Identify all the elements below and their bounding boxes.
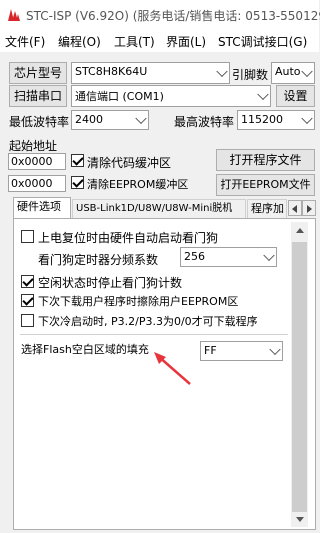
clear-eeprom-label: 清除EEPROM缓冲区 bbox=[87, 178, 189, 191]
arrow-left-icon bbox=[292, 205, 297, 213]
chip-model-select[interactable]: STC8H8K64U bbox=[71, 62, 230, 84]
menu-file[interactable]: 文件(F) bbox=[5, 33, 45, 50]
chevron-down-icon bbox=[301, 65, 313, 78]
max-baud-select[interactable]: 115200 bbox=[237, 110, 315, 130]
watchdog-prescaler-value: 256 bbox=[184, 250, 205, 263]
min-baud-select[interactable]: 2400 bbox=[71, 110, 149, 130]
menu-program[interactable]: 编程(O) bbox=[58, 33, 101, 50]
window-title: STC-ISP (V6.92O) (服务电话/销售电话: 0513-550129… bbox=[26, 9, 320, 23]
chevron-down-icon bbox=[301, 112, 313, 125]
start-address-label: 起始地址 bbox=[9, 139, 58, 153]
tab-hardware-options[interactable]: 硬件选项 bbox=[13, 197, 71, 219]
erase-eeprom-checkbox[interactable] bbox=[21, 294, 34, 307]
chevron-down-icon bbox=[135, 112, 147, 125]
menu-interface[interactable]: 界面(L) bbox=[166, 33, 206, 50]
clear-code-label: 清除代码缓冲区 bbox=[87, 156, 172, 170]
scan-port-button[interactable]: 扫描串口 bbox=[9, 85, 67, 107]
flash-fill-value: FF bbox=[204, 344, 217, 357]
annotation-arrow-icon bbox=[154, 352, 191, 385]
cold-boot-p32-checkbox[interactable] bbox=[21, 314, 34, 327]
divider bbox=[20, 334, 288, 335]
chevron-down-icon bbox=[263, 249, 275, 262]
clear-code-checkbox[interactable] bbox=[71, 154, 84, 167]
menu-stc-debug[interactable]: STC调试接口(G) bbox=[218, 33, 307, 50]
scroll-up-icon[interactable] bbox=[296, 228, 304, 233]
watchdog-prescaler-label: 看门狗定时器分频系数 bbox=[38, 253, 159, 267]
chevron-down-icon bbox=[216, 65, 228, 78]
flash-fill-label: 选择Flash空白区域的填充 bbox=[21, 343, 149, 356]
idle-stop-watchdog-label: 空闲状态时停止看门狗计数 bbox=[38, 276, 183, 290]
tab-program-encrypt[interactable]: 程序加 bbox=[247, 199, 287, 219]
pins-select[interactable]: Auto bbox=[271, 62, 315, 84]
code-address-input[interactable]: 0x0000 bbox=[8, 153, 66, 170]
auto-watchdog-label: 上电复位时由硬件自动启动看门狗 bbox=[38, 231, 219, 245]
watchdog-prescaler-select[interactable]: 256 bbox=[180, 247, 277, 267]
idle-stop-watchdog-checkbox[interactable] bbox=[21, 275, 34, 288]
open-eeprom-button[interactable]: 打开EEPROM文件 bbox=[216, 174, 315, 196]
settings-button[interactable]: 设置 bbox=[276, 85, 315, 107]
scroll-down-icon[interactable] bbox=[296, 517, 304, 522]
app-icon bbox=[8, 9, 20, 21]
tab-scroll-left-button[interactable] bbox=[288, 200, 302, 216]
max-baud-label: 最高波特率 bbox=[174, 115, 235, 129]
min-baud-label: 最低波特率 bbox=[9, 115, 70, 129]
chip-model-value: STC8H8K64U bbox=[75, 65, 148, 78]
auto-watchdog-checkbox[interactable] bbox=[21, 230, 34, 243]
cold-boot-p32-label: 下次冷启动时, P3.2/P3.3为0/0才可下载程序 bbox=[38, 315, 258, 328]
flash-fill-select[interactable]: FF bbox=[200, 341, 283, 361]
open-program-button[interactable]: 打开程序文件 bbox=[216, 149, 315, 171]
eeprom-address-input[interactable]: 0x0000 bbox=[8, 175, 66, 192]
max-baud-value: 115200 bbox=[241, 113, 283, 126]
chevron-down-icon bbox=[257, 88, 269, 101]
clear-eeprom-checkbox[interactable] bbox=[71, 176, 84, 189]
min-baud-value: 2400 bbox=[75, 113, 103, 126]
chip-model-button[interactable]: 芯片型号 bbox=[9, 62, 67, 84]
port-value: 通信端口 (COM1) bbox=[75, 90, 164, 103]
pins-value: Auto bbox=[275, 65, 301, 78]
scrollbar-thumb[interactable] bbox=[292, 242, 307, 512]
tab-scroll-right-button[interactable] bbox=[302, 200, 316, 216]
menu-tools[interactable]: 工具(T) bbox=[114, 33, 155, 50]
tab-usb-link[interactable]: USB-Link1D/U8W/U8W-Mini脱机 bbox=[72, 199, 246, 219]
port-select[interactable]: 通信端口 (COM1) bbox=[71, 85, 271, 107]
chevron-down-icon bbox=[269, 343, 281, 356]
pins-label: 引脚数 bbox=[232, 68, 269, 82]
arrow-right-icon bbox=[307, 205, 312, 213]
erase-eeprom-label: 下次下载用户程序时擦除用户EEPROM区 bbox=[38, 295, 239, 308]
